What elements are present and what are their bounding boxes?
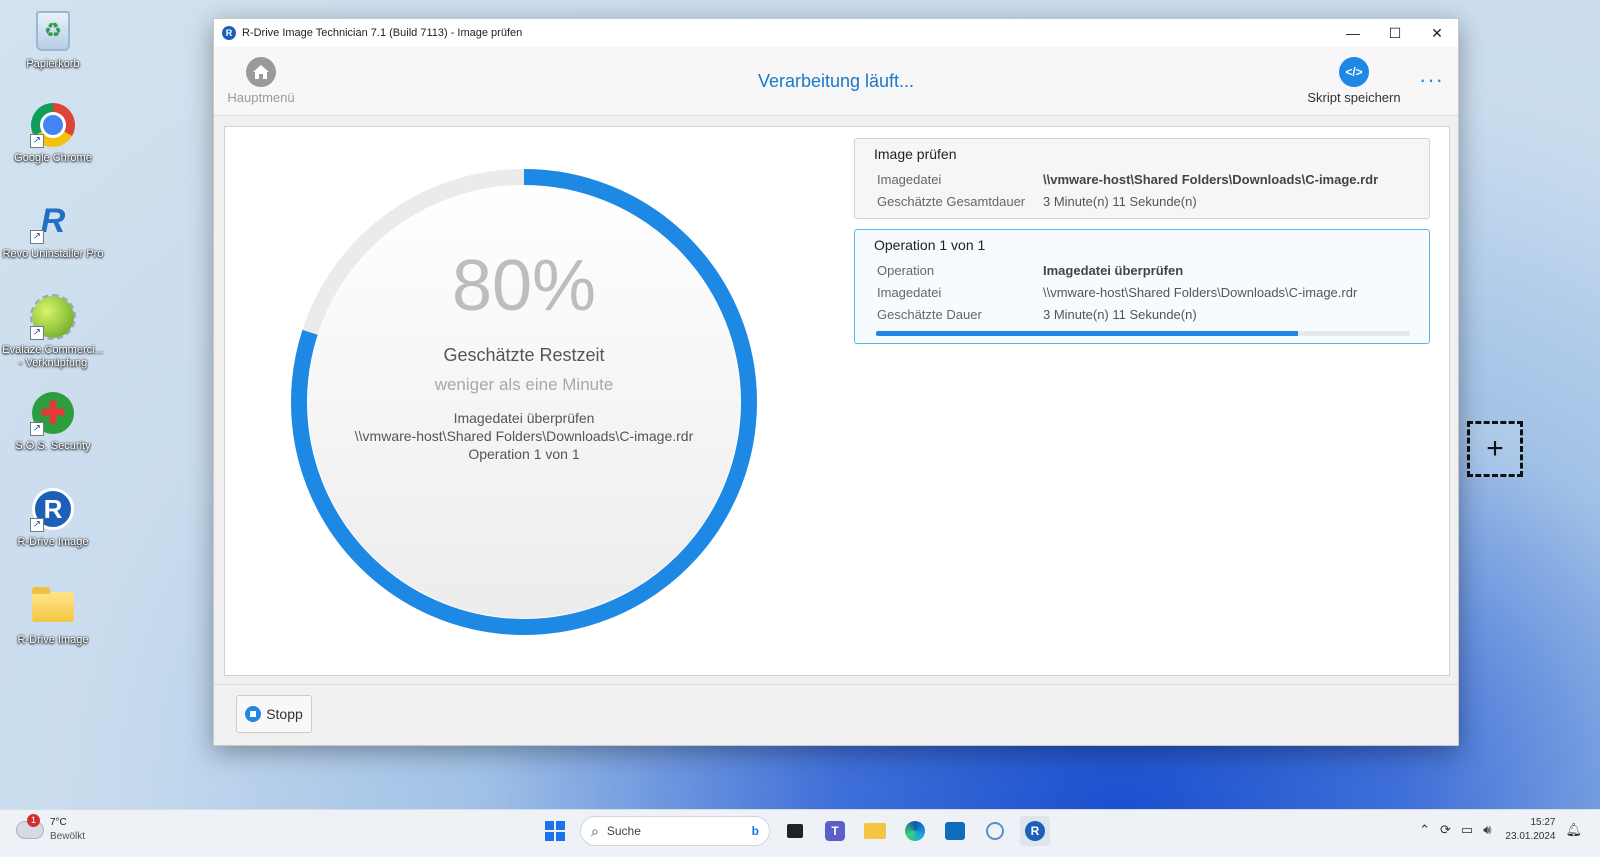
code-icon: </>: [1339, 57, 1369, 87]
summary-value: \\vmware-host\Shared Folders\Downloads\C…: [1043, 171, 1379, 187]
volume-icon[interactable]: 🔊︎: [1483, 822, 1491, 838]
folder-icon: [30, 584, 76, 630]
operation-key: Imagedatei: [877, 284, 942, 300]
taskbar: 1 7°C Bewölkt ⌕ Suche b T R ⌃ ⟳ ▭ 🔊︎ 15:…: [0, 809, 1600, 857]
desktop-icon-label: R-Drive Image: [17, 634, 89, 646]
weather-description: Bewölkt: [50, 831, 86, 842]
rdrive-taskbar-icon[interactable]: R: [1020, 816, 1050, 846]
summary-key: Imagedatei: [877, 171, 942, 187]
operation-progress-bar: [876, 331, 1410, 336]
save-script-label: Skript speichern: [1307, 90, 1401, 105]
weather-widget[interactable]: 1 7°C Bewölkt: [16, 814, 86, 844]
snipping-plus-icon[interactable]: +: [1467, 421, 1523, 477]
windows-icon: [545, 821, 565, 841]
recycle-bin-icon: ♻: [30, 8, 76, 54]
operation-value: 3 Minute(n) 11 Sekunde(n): [1043, 306, 1197, 322]
desktop-icon-rdrive[interactable]: R ↗ R-Drive Image: [2, 486, 104, 549]
stop-label: Stopp: [266, 706, 303, 722]
main-content: 80% Geschätzte Restzeit weniger als eine…: [224, 126, 1450, 676]
operation-row: Geschätzte Dauer 3 Minute(n) 11 Sekunde(…: [874, 303, 1429, 325]
desktop-icon-rdrive-folder[interactable]: R-Drive Image: [2, 584, 104, 647]
summary-row: Geschätzte Gesamtdauer 3 Minute(n) 11 Se…: [874, 190, 1429, 212]
desktop-icon-label: S.O.S. Security: [15, 440, 91, 452]
chevron-up-icon[interactable]: ⌃: [1419, 822, 1430, 838]
rdrive-icon: R ↗: [30, 486, 76, 532]
display-icon[interactable]: ▭: [1461, 822, 1473, 838]
operation-title: Operation 1 von 1: [874, 237, 986, 253]
desktop-icon-recycle-bin[interactable]: ♻ Papierkorb: [2, 8, 104, 71]
remaining-time-label: Geschätzte Restzeit: [443, 345, 605, 365]
clock-time: 15:27: [1530, 817, 1556, 828]
summary-card: Image prüfen Imagedatei \\vmware-host\Sh…: [854, 138, 1430, 219]
sync-icon[interactable]: ⟳: [1440, 822, 1451, 838]
minimize-button[interactable]: —: [1332, 19, 1374, 47]
revo-uninstaller-icon: R ↗: [30, 198, 76, 244]
operation-row: Operation Imagedatei überprüfen: [874, 259, 1429, 281]
toolbar: Hauptmenü Verarbeitung läuft... </> Skri…: [214, 47, 1458, 116]
search-placeholder: Suche: [606, 824, 641, 838]
save-script-button[interactable]: </> Skript speichern: [1304, 57, 1404, 105]
close-button[interactable]: ✕: [1416, 19, 1458, 47]
ring-info-operation: Imagedatei überprüfen: [453, 410, 595, 426]
clock-date: 23.01.2024: [1505, 831, 1556, 842]
edge-icon[interactable]: [900, 816, 930, 846]
operation-key: Operation: [877, 262, 935, 278]
app-logo-icon: R: [222, 26, 236, 40]
operation-value: \\vmware-host\Shared Folders\Downloads\C…: [1043, 284, 1358, 300]
desktop-icon-label: Google Chrome: [14, 152, 92, 164]
desktop-icon-label: Papierkorb: [26, 58, 80, 70]
desktop-icon-revo[interactable]: R ↗ Revo Uninstaller Pro: [2, 198, 104, 261]
summary-value: 3 Minute(n) 11 Sekunde(n): [1043, 193, 1197, 209]
network-app-icon[interactable]: [980, 816, 1010, 846]
operation-row: Imagedatei \\vmware-host\Shared Folders\…: [874, 281, 1429, 303]
main-menu-label: Hauptmenü: [227, 90, 295, 105]
progress-percent: 80%: [451, 246, 597, 326]
stop-button[interactable]: Stopp: [236, 695, 312, 733]
system-tray: ⌃ ⟳ ▭ 🔊︎ 15:27 23.01.2024 🔔︎: [1409, 816, 1582, 844]
operation-progress-fill: [876, 331, 1298, 336]
window-title: R-Drive Image Technician 7.1 (Build 7113…: [242, 27, 523, 39]
desktop-icon-sos-security[interactable]: ✚ ↗ S.O.S. Security: [2, 390, 104, 453]
desktop-icon-evalaze[interactable]: ↗ Evalaze.Commerci... - Verknüpfung: [2, 294, 104, 370]
chrome-icon: ↗: [30, 102, 76, 148]
ring-info-counter: Operation 1 von 1: [468, 446, 580, 462]
task-view-icon[interactable]: [780, 816, 810, 846]
maximize-button[interactable]: ☐: [1374, 19, 1416, 47]
search-icon: ⌕: [591, 822, 599, 839]
summary-title: Image prüfen: [874, 146, 957, 162]
desktop-icon-chrome[interactable]: ↗ Google Chrome: [2, 102, 104, 165]
operation-card: Operation 1 von 1 Operation Imagedatei ü…: [854, 229, 1430, 344]
processing-status: Verarbeitung läuft...: [757, 71, 915, 91]
clock[interactable]: 15:27 23.01.2024: [1505, 816, 1555, 844]
ring-info-file: \\vmware-host\Shared Folders\Downloads\C…: [354, 428, 694, 444]
more-options-button[interactable]: ···: [1419, 67, 1444, 93]
summary-key: Geschätzte Gesamtdauer: [877, 193, 1026, 209]
remaining-time-value: weniger als eine Minute: [434, 375, 614, 394]
taskbar-search[interactable]: ⌕ Suche b: [580, 816, 770, 846]
stop-icon: [245, 706, 262, 722]
desktop-icon-label: Evalaze.Commerci... - Verknüpfung: [2, 344, 104, 369]
app-window: R R-Drive Image Technician 7.1 (Build 71…: [213, 18, 1459, 746]
sos-security-icon: ✚ ↗: [30, 390, 76, 436]
operation-key: Geschätzte Dauer: [877, 306, 982, 322]
bing-icon[interactable]: b: [752, 824, 759, 838]
notification-bell-icon[interactable]: 🔔︎: [1565, 822, 1582, 838]
desktop-icon-label: R-Drive Image: [17, 536, 89, 548]
cloud-icon: 1: [16, 814, 44, 839]
notification-badge: 1: [27, 814, 40, 827]
summary-row: Imagedatei \\vmware-host\Shared Folders\…: [874, 168, 1429, 190]
ring-operation-info: Imagedatei überprüfen \\vmware-host\Shar…: [291, 409, 757, 463]
operation-value: Imagedatei überprüfen: [1043, 262, 1184, 278]
store-icon[interactable]: [940, 816, 970, 846]
title-bar[interactable]: R R-Drive Image Technician 7.1 (Build 71…: [214, 19, 1458, 47]
teams-icon[interactable]: T: [820, 816, 850, 846]
progress-ring: [291, 169, 757, 635]
footer-bar: Stopp: [214, 684, 1458, 745]
file-explorer-icon[interactable]: [860, 816, 890, 846]
evalaze-icon: ↗: [30, 294, 76, 340]
weather-temperature: 7°C: [50, 817, 67, 828]
start-button[interactable]: [540, 816, 570, 846]
desktop-icon-label: Revo Uninstaller Pro: [2, 248, 104, 260]
